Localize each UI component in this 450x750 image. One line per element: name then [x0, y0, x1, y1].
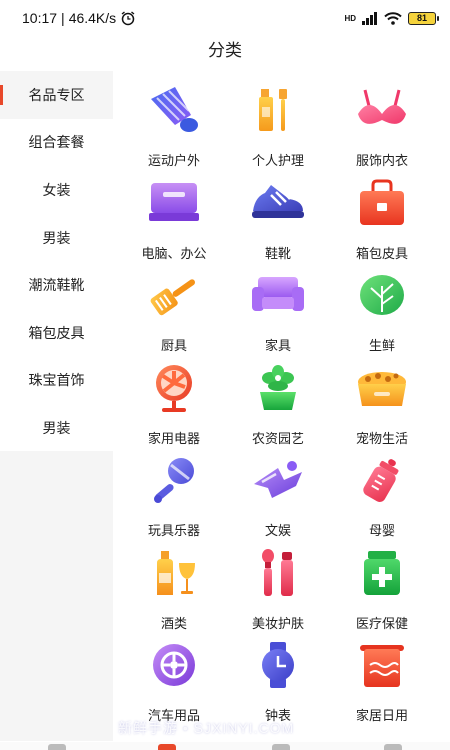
category-label: 箱包皮具 [355, 245, 408, 261]
category-liquor[interactable]: 酒类 [122, 543, 226, 636]
category-shoes[interactable]: 鞋靴 [226, 173, 330, 266]
rattle-toy-icon [144, 452, 204, 508]
category-label: 家用电器 [147, 430, 200, 446]
category-personal-care[interactable]: 个人护理 [226, 80, 330, 173]
category-beauty-skincare[interactable]: 美妆护肤 [226, 543, 330, 636]
toothbrush-toothpaste-icon [248, 82, 308, 138]
battery-icon: 81 [408, 11, 439, 25]
sidebar-item-mens[interactable]: 男装 [0, 213, 113, 262]
category-label: 母婴 [368, 523, 395, 538]
category-label: 农资园艺 [251, 430, 304, 446]
sidebar-item-jewelry[interactable]: 珠宝首饰 [0, 356, 113, 405]
sidebar-item-mens-2[interactable]: 男装 [0, 404, 113, 452]
sidebar-item-label: 男装 [42, 419, 71, 436]
handbag-icon [352, 175, 412, 231]
category-furniture[interactable]: 家具 [226, 265, 330, 358]
sidebar-item-label: 箱包皮具 [28, 324, 85, 341]
category-label: 酒类 [160, 615, 187, 631]
wine-bottle-glass-icon [144, 545, 204, 601]
sidebar-item-shoes[interactable]: 潮流鞋靴 [0, 261, 113, 309]
sofa-icon [248, 267, 308, 323]
cabbage-icon [352, 267, 412, 323]
makeup-brush-icon [248, 545, 308, 601]
category-label: 服饰内衣 [355, 153, 408, 168]
status-left: 10:17 | 46.4K/s [22, 10, 136, 26]
category-mother-baby[interactable]: 母婴 [330, 450, 434, 543]
sidebar-item-label: 名品专区 [28, 86, 85, 103]
category-sidebar: 名品专区 组合套餐 女装 男装 潮流鞋靴 箱包皮具 珠宝首饰 男装 [0, 71, 113, 452]
category-grid: 运动户外 个人护理 服饰内衣 电脑、办公 鞋靴 箱包皮具 厨具 家具 生鲜 家用… [122, 80, 450, 728]
sidebar-item-label: 潮流鞋靴 [28, 277, 85, 294]
category-label: 宠物生活 [355, 430, 408, 446]
page-title: 分类 [208, 41, 242, 60]
category-clothing-underwear[interactable]: 服饰内衣 [330, 80, 434, 173]
tab-profile-icon[interactable] [384, 744, 402, 750]
category-entertainment[interactable]: 文娱 [226, 450, 330, 543]
sidebar-item-brand-zone[interactable]: 名品专区 [0, 71, 113, 119]
sidebar-item-label: 男装 [42, 229, 71, 246]
sneaker-icon [248, 175, 308, 231]
signal-icon [362, 11, 377, 25]
alarm-icon [121, 11, 135, 26]
sidebar-item-bags[interactable]: 箱包皮具 [0, 308, 113, 357]
category-label: 玩具乐器 [147, 523, 200, 538]
category-label: 生鲜 [368, 338, 395, 353]
category-label: 鞋靴 [264, 245, 291, 261]
sidebar-item-womens[interactable]: 女装 [0, 166, 113, 214]
category-label: 个人护理 [251, 153, 304, 168]
category-label: 家具 [264, 338, 291, 353]
sidebar-item-combo[interactable]: 组合套餐 [0, 118, 113, 167]
sidebar-background [0, 451, 113, 741]
badminton-shuttlecock-icon [144, 82, 204, 138]
category-home-appliances[interactable]: 家用电器 [122, 358, 226, 451]
wifi-icon [384, 11, 402, 25]
sidebar-item-label: 珠宝首饰 [28, 372, 85, 389]
category-kitchenware[interactable]: 厨具 [122, 265, 226, 358]
baby-bottle-icon [352, 452, 412, 508]
sidebar-item-label: 女装 [42, 181, 71, 198]
potted-plant-icon [248, 360, 308, 416]
network-type-label: HD [344, 13, 356, 23]
category-label: 厨具 [160, 338, 187, 353]
car-wheel-icon [144, 637, 204, 693]
category-toys-instruments[interactable]: 玩具乐器 [122, 450, 226, 543]
category-label: 电脑、办公 [141, 245, 207, 261]
tab-category-icon[interactable] [158, 744, 176, 750]
status-speed: 46.4K/s [68, 10, 117, 26]
category-agri-gardening[interactable]: 农资园艺 [226, 358, 330, 451]
category-watches[interactable]: 钟表 [226, 635, 330, 728]
sidebar-item-label: 组合套餐 [28, 134, 85, 151]
laptop-icon [144, 175, 204, 231]
wristwatch-icon [248, 637, 308, 693]
spatula-icon [144, 267, 204, 323]
category-computer-office[interactable]: 电脑、办公 [122, 173, 226, 266]
status-separator: | [61, 10, 65, 26]
category-bags-leather[interactable]: 箱包皮具 [330, 173, 434, 266]
tab-cart-icon[interactable] [272, 744, 290, 750]
status-time: 10:17 [22, 10, 58, 26]
category-car-accessories[interactable]: 汽车用品 [122, 635, 226, 728]
status-bar: 10:17 | 46.4K/s HD 81 [0, 0, 450, 36]
category-health-care[interactable]: 医疗保健 [330, 543, 434, 636]
watermark-text: 新鲜手游 • SJXINYI.COM [118, 720, 295, 736]
battery-level: 81 [416, 13, 427, 23]
category-label: 文娱 [264, 523, 291, 538]
electric-fan-icon [144, 360, 204, 416]
towel-icon [352, 637, 412, 693]
category-home-daily[interactable]: 家居日用 [330, 635, 434, 728]
ticket-icon [248, 452, 308, 508]
category-label: 运动户外 [147, 153, 200, 168]
category-label: 美妆护肤 [251, 615, 304, 631]
bra-icon [352, 82, 412, 138]
status-right: HD 81 [344, 11, 439, 25]
category-pet-life[interactable]: 宠物生活 [330, 358, 434, 451]
tab-home-icon[interactable] [48, 744, 66, 750]
category-label: 医疗保健 [355, 615, 408, 631]
category-sports-outdoor[interactable]: 运动户外 [122, 80, 226, 173]
category-fresh-food[interactable]: 生鲜 [330, 265, 434, 358]
pet-bowl-icon [352, 360, 412, 416]
medicine-bottle-icon [352, 545, 412, 601]
bottom-tab-bar [0, 742, 450, 750]
category-label: 家居日用 [355, 708, 408, 723]
